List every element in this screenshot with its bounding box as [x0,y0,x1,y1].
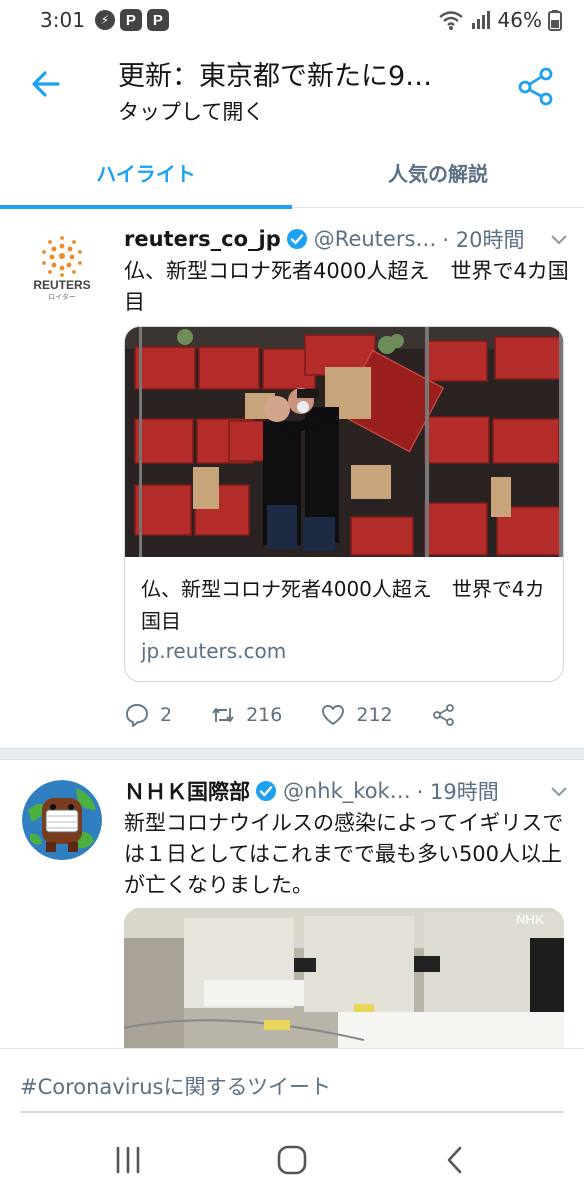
battery-icon [548,10,562,31]
share-icon [432,704,454,726]
reply-count: 2 [160,704,173,726]
status-time: 3:01 [40,8,85,32]
avatar[interactable]: REUTERS ロイター [22,228,102,308]
like-icon [322,705,345,725]
user-name[interactable]: ＮＨＫ国際部 [124,776,250,806]
card-domain: jp.reuters.com [141,639,287,663]
retweet-count: 216 [246,704,283,726]
chevron-down-icon[interactable] [548,780,570,802]
user-handle[interactable]: @Reuters… [314,227,437,251]
avatar-wordmark: REUTERS [33,278,90,292]
verified-badge-icon [256,781,276,801]
related-tweets-label[interactable]: #Coronavirusに関するツイート [20,1071,331,1101]
tweet[interactable]: REUTERS ロイター reuters_co_jp @Reuters… · 2… [0,208,584,748]
notification-icons: ⚡ P P [94,9,169,31]
related-tweets-bar[interactable]: #Coronavirusに関するツイート [0,1048,584,1114]
chevron-down-icon[interactable] [548,228,570,250]
moment-header[interactable]: 更新：東京都で新たに9… タップして開く [0,40,584,136]
like-button[interactable]: 212 [320,702,393,728]
reply-icon [126,704,148,727]
status-bar: 3:01 ⚡ P P 46% [0,0,584,40]
tweet-actions: 2 216 212 [124,698,564,732]
card-image [125,327,563,557]
photo-watermark: NHK [516,912,545,927]
battery-percent: 46% [497,8,542,32]
nav-back-icon[interactable] [434,1142,478,1178]
tweet-divider [0,748,584,760]
tweet-time[interactable]: · 19時間 [417,776,499,806]
share-icon[interactable] [516,66,556,106]
avatar[interactable] [22,780,102,860]
tweet-image[interactable]: NHK [124,908,564,1050]
tweet-header: reuters_co_jp @Reuters… · 20時間 [124,222,570,256]
messenger-icon: ⚡ [94,10,115,30]
hospital-photo: NHK [124,908,564,1050]
reuters-logo: REUTERS ロイター [22,228,102,308]
tweet-time[interactable]: · 20時間 [442,224,524,254]
avatar-subtext: ロイター [48,292,76,301]
share-tweet-button[interactable] [431,702,457,728]
page-subtitle: タップして開く [118,100,265,124]
system-navigation-bar [0,1114,584,1200]
tweet[interactable]: ＮＨＫ国際部 @nhk_kok… · 19時間 新型コロナウイルスの感染によって… [0,760,584,1050]
back-arrow-icon[interactable] [26,64,66,104]
like-count: 212 [356,704,393,726]
tab-popular-commentary[interactable]: 人気の解説 [292,136,584,208]
user-name[interactable]: reuters_co_jp [124,227,281,251]
retweet-icon [212,708,234,722]
app-notification-icon: P [119,9,142,31]
tweet-header: ＮＨＫ国際部 @nhk_kok… · 19時間 [124,774,570,808]
signal-icon [471,11,490,29]
status-right: 46% [438,8,562,32]
tab-highlights[interactable]: ハイライト [0,136,292,209]
wifi-icon [438,11,463,30]
home-icon[interactable] [270,1142,314,1178]
recents-icon[interactable] [106,1142,150,1178]
retweet-button[interactable]: 216 [210,702,282,728]
input-underline [20,1111,564,1113]
reply-button[interactable]: 2 [124,702,172,728]
tweet-text: 仏、新型コロナ死者4000人超え 世界で4カ国目 [124,259,569,314]
nhk-domo-logo [22,780,102,860]
verified-badge-icon [286,229,307,249]
tweet-text: 新型コロナウイルスの感染によってイギリスでは１日としてはこれまでで最も多い500… [124,811,564,897]
user-handle[interactable]: @nhk_kok… [283,779,411,803]
page-title[interactable]: 更新：東京都で新たに9… [118,54,432,93]
tab-bar: ハイライト 人気の解説 [0,136,584,209]
card-title: 仏、新型コロナ死者4000人超え 世界で4カ国目 [141,577,545,633]
link-card[interactable]: 仏、新型コロナ死者4000人超え 世界で4カ国目 jp.reuters.com [124,326,564,682]
app-notification-icon: P [146,9,169,31]
